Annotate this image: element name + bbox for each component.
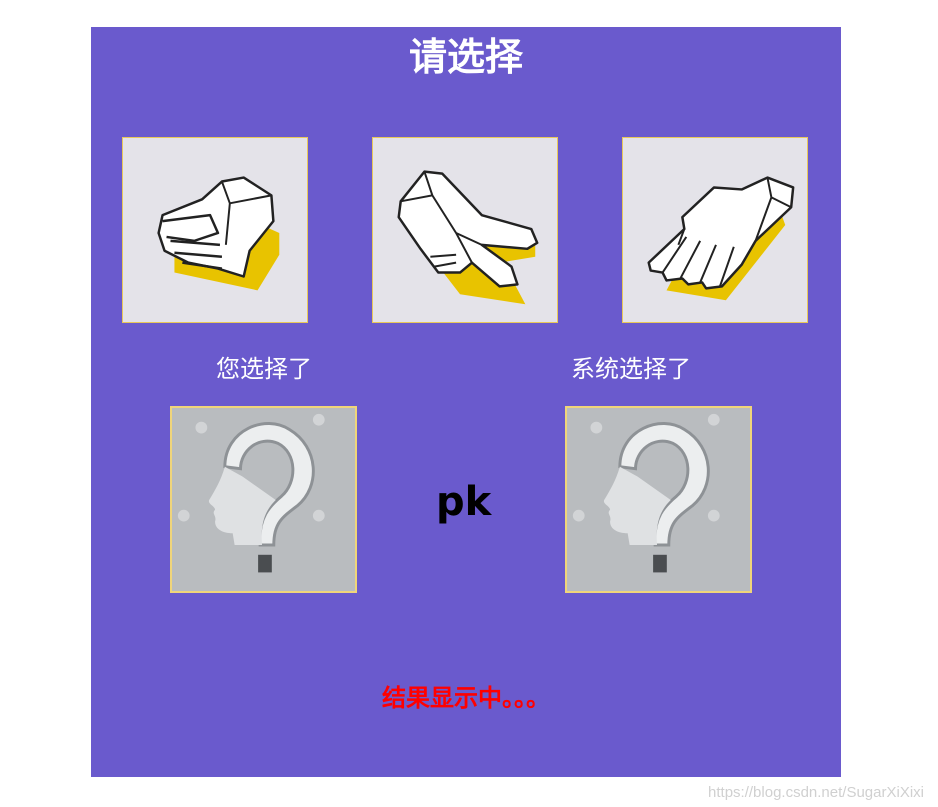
watermark: https://blog.csdn.net/SugarXiXixi [708,784,924,801]
open-palm-icon [647,176,795,301]
fist-icon [157,176,280,291]
result-status: 结果显示中。。。 [382,684,550,712]
choice-paper-button[interactable] [622,137,808,323]
question-head-icon [177,413,325,573]
choice-scissors-button[interactable] [372,137,558,323]
question-head-icon [572,413,720,573]
vs-text: pk [436,479,492,525]
scissors-hand-icon [397,170,539,305]
page-title: 请选择 [408,35,523,79]
system-choice-slot [565,406,752,593]
choice-rock-button[interactable] [122,137,308,323]
your-choice-label: 您选择了 [216,355,312,383]
player-choice-slot [170,406,357,593]
system-choice-label: 系统选择了 [571,355,691,383]
game-panel: 请选择 您选择了 系统选择了 pk 结果显示中。。。 [91,27,841,777]
